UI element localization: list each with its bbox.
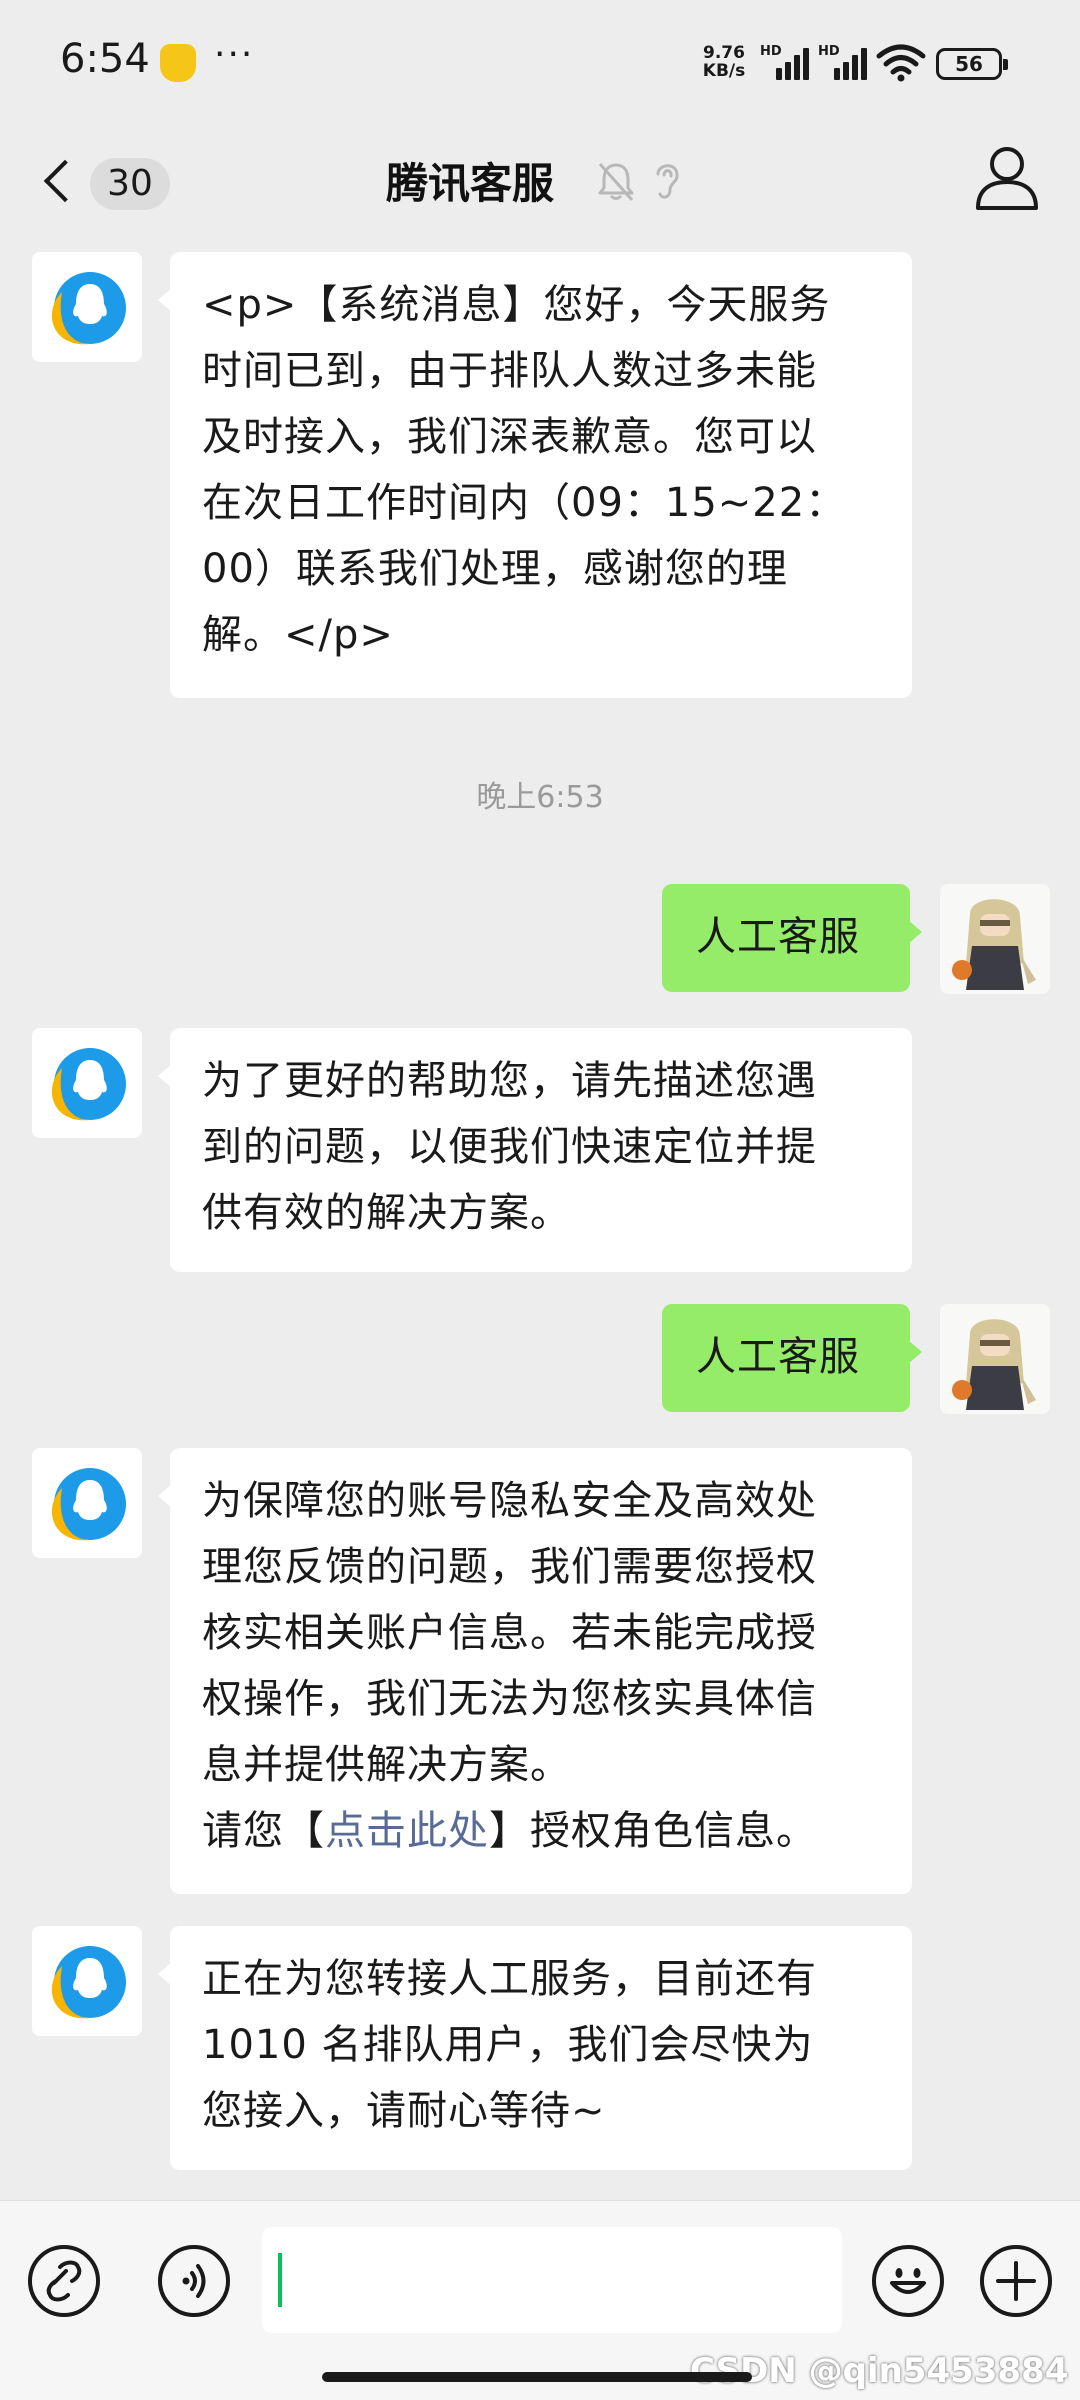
qq-service-logo-icon xyxy=(32,252,142,362)
message-line: 理您反馈的问题，我们需要您授权 xyxy=(202,1544,817,1590)
message-line: 核实相关账户信息。若未能完成授 xyxy=(202,1610,817,1656)
profile-button[interactable] xyxy=(972,142,1042,214)
message-bubble[interactable]: <p>【系统消息】您好，今天服务 时间已到，由于排队人数过多未能 及时接入，我们… xyxy=(158,252,912,698)
message-list[interactable]: <p>【系统消息】您好，今天服务 时间已到，由于排队人数过多未能 及时接入，我们… xyxy=(0,236,1080,2200)
qq-service-logo-icon xyxy=(32,1028,142,1138)
message-line: 息并提供解决方案。 xyxy=(202,1742,571,1788)
time-divider: 晚上6:53 xyxy=(476,780,604,815)
user-avatar[interactable] xyxy=(940,884,1050,994)
message-line: 1010 名排队用户，我们会尽快为 xyxy=(202,2022,814,2068)
sent-message-bubble[interactable]: 人工客服 xyxy=(662,1304,922,1412)
bell-off-icon xyxy=(598,163,634,201)
network-speed-unit: KB/s xyxy=(702,61,746,81)
message-line: 正在为您转接人工服务，目前还有 xyxy=(202,1956,817,2002)
service-avatar[interactable] xyxy=(32,1448,142,1558)
sent-message-bubble[interactable]: 人工客服 xyxy=(662,884,922,992)
link-icon xyxy=(46,2260,82,2302)
message-line: 为保障您的账号隐私安全及高效处 xyxy=(202,1478,817,1524)
ear-icon xyxy=(656,164,679,199)
plus-icon xyxy=(996,2261,1036,2301)
user-avatar-image xyxy=(940,884,1050,994)
voice-icon xyxy=(182,2264,206,2298)
wifi-icon xyxy=(876,44,926,82)
qq-service-logo-icon xyxy=(32,1448,142,1558)
message-line: 您接入，请耐心等待~ xyxy=(202,2088,606,2134)
hd-label: HD xyxy=(760,44,782,59)
status-bar: 6:54 ··· 9.76 KB/s HD HD 56 xyxy=(0,0,1080,126)
message-line: 到的问题，以便我们快速定位并提 xyxy=(202,1124,817,1170)
text-cursor xyxy=(278,2253,282,2307)
more-functions-button[interactable] xyxy=(980,2245,1052,2317)
qq-service-logo-icon xyxy=(32,1926,142,2036)
battery-level: 56 xyxy=(955,52,983,76)
user-avatar-image xyxy=(940,1304,1050,1414)
unread-count-badge: 30 xyxy=(90,158,170,210)
message-text: 人工客服 xyxy=(696,1334,860,1380)
message-line-with-link: 请您【点击此处】授权角色信息。 xyxy=(202,1798,880,1864)
message-line: 00）联系我们处理，感谢您的理 xyxy=(202,546,788,592)
emoji-icon xyxy=(890,2268,926,2294)
message-line: 及时接入，我们深表歉意。您可以 xyxy=(202,414,817,460)
status-time: 6:54 xyxy=(60,36,150,82)
back-button[interactable]: 30 xyxy=(36,144,176,216)
mini-program-link-icon[interactable] xyxy=(28,2245,100,2317)
message-line: 时间已到，由于排队人数过多未能 xyxy=(202,348,817,394)
message-input-bar: CSDN @qin5453884 xyxy=(0,2200,1080,2400)
message-bubble[interactable]: 为了更好的帮助您，请先描述您遇 到的问题，以便我们快速定位并提 供有效的解决方案… xyxy=(158,1028,912,1272)
voice-input-button[interactable] xyxy=(158,2245,230,2317)
service-avatar[interactable] xyxy=(32,252,142,362)
authorize-link[interactable]: 点击此处 xyxy=(325,1808,489,1854)
user-avatar[interactable] xyxy=(940,1304,1050,1414)
message-text-input[interactable] xyxy=(262,2227,842,2333)
link-prefix: 请您【 xyxy=(202,1808,325,1854)
network-speed-value: 9.76 xyxy=(703,43,745,63)
message-line: 权操作，我们无法为您核实具体信 xyxy=(202,1676,817,1722)
message-bubble[interactable]: 正在为您转接人工服务，目前还有 1010 名排队用户，我们会尽快为 您接入，请耐… xyxy=(158,1926,912,2170)
message-line: 供有效的解决方案。 xyxy=(202,1190,571,1236)
emoji-button[interactable] xyxy=(872,2245,944,2317)
message-line: 解。</p> xyxy=(202,612,394,658)
signal-strength-icon-2: HD xyxy=(818,44,870,80)
chevron-left-icon xyxy=(43,159,87,203)
notification-app-icon xyxy=(160,44,196,82)
battery-icon: 56 xyxy=(936,48,1008,80)
message-line: 为了更好的帮助您，请先描述您遇 xyxy=(202,1058,817,1104)
message-text: 人工客服 xyxy=(696,914,860,960)
watermark: CSDN @qin5453884 xyxy=(690,2351,1069,2391)
more-notifications-icon: ··· xyxy=(214,34,255,75)
signal-strength-icon: HD xyxy=(760,44,812,80)
hd-label-2: HD xyxy=(818,44,840,59)
service-avatar[interactable] xyxy=(32,1926,142,2036)
network-speed: 9.76 KB/s xyxy=(698,44,750,80)
home-indicator[interactable] xyxy=(322,2372,752,2382)
chat-header: 30 腾讯客服 xyxy=(0,126,1080,236)
service-avatar[interactable] xyxy=(32,1028,142,1138)
message-line: 在次日工作时间内（09：15~22： xyxy=(202,480,847,526)
link-suffix: 】授权角色信息。 xyxy=(489,1808,817,1854)
chat-title: 腾讯客服 xyxy=(386,159,555,208)
message-line: <p>【系统消息】您好，今天服务 xyxy=(202,282,831,328)
message-bubble[interactable]: 为保障您的账号隐私安全及高效处 理您反馈的问题，我们需要您授权 核实相关账户信息… xyxy=(158,1448,912,1894)
